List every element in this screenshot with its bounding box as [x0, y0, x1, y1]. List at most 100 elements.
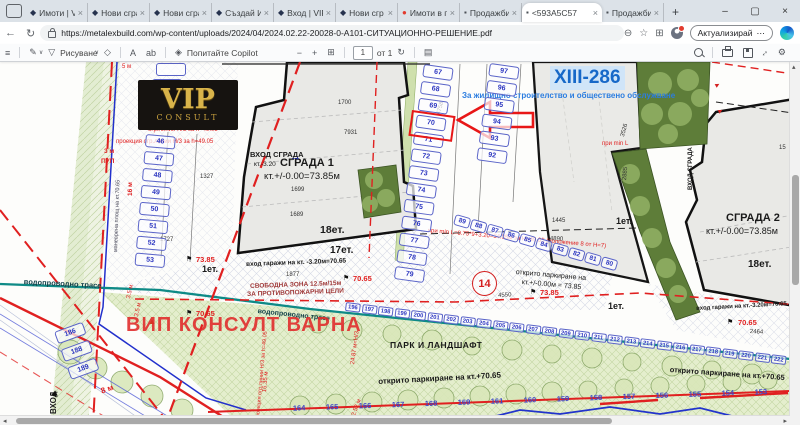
favorite-star-icon[interactable]: ☆ — [639, 28, 648, 39]
page-view-icon[interactable]: ▤ — [424, 47, 433, 58]
horizontal-scrollbar[interactable]: ◂ ▸ — [0, 415, 790, 425]
browser-tab[interactable]: ◆ Нови сград × — [88, 3, 150, 22]
close-button[interactable]: × — [770, 6, 800, 17]
search-icon[interactable] — [694, 48, 703, 57]
horizontal-scrollbar-thumb[interactable] — [16, 418, 612, 424]
parking-spot-number: 159 — [548, 394, 578, 404]
tab-close-icon[interactable]: × — [654, 8, 659, 18]
tab-close-icon[interactable]: × — [450, 8, 455, 18]
url-field[interactable]: https://metalexbuild.com/wp-content/uplo… — [40, 25, 624, 41]
refresh-icon[interactable]: ↻ — [26, 27, 35, 40]
tab-favicon: ▪ — [606, 8, 609, 17]
browser-tab[interactable]: ● Имоти в гр × — [398, 3, 460, 22]
parking-spot: 218 — [705, 346, 721, 357]
building1-floors-18: 18ет. — [320, 225, 345, 236]
tab-label: <593A5C57 — [532, 8, 590, 18]
fullscreen-icon[interactable]: ↕ — [761, 47, 771, 57]
dim-pup: ПУП — [101, 159, 114, 166]
tab-favicon: ▪ — [464, 8, 467, 17]
highlighter-icon[interactable]: ✎ — [29, 47, 37, 58]
tab-label: Продажби — [612, 8, 651, 18]
parking-spot: 52 — [136, 236, 167, 252]
minimize-button[interactable]: – — [710, 6, 740, 17]
parking-spot: 51 — [137, 219, 168, 235]
maximize-button[interactable]: ▢ — [740, 6, 770, 17]
contents-menu-icon[interactable]: ≡ — [5, 48, 10, 58]
min-length-annotation: при min L — [602, 141, 628, 147]
building1-name: СГРАДА 1 — [280, 158, 334, 169]
tab-close-icon[interactable]: × — [264, 8, 269, 18]
edge-logo-icon[interactable] — [780, 26, 794, 40]
copilot-button[interactable]: Попитайте Copilot — [187, 48, 258, 58]
fit-page-icon[interactable]: ⊞ — [327, 47, 335, 58]
browser-tab[interactable]: ◆ Вход | VIP C × — [274, 3, 336, 22]
page-count-label: от 1 — [377, 48, 393, 58]
save-icon[interactable] — [743, 48, 753, 58]
browser-tab[interactable]: ◆ Имоти | VIP × — [26, 3, 88, 22]
tab-search-icon[interactable] — [6, 4, 22, 18]
collections-icon[interactable]: ⊞ — [655, 28, 663, 39]
vip-consult-logo: VIP CONSULT — [138, 80, 238, 130]
tab-favicon: ◆ — [216, 8, 222, 17]
chevron-down-icon[interactable]: ∨ — [39, 49, 43, 56]
print-icon[interactable] — [722, 49, 733, 57]
tab-close-icon[interactable]: × — [326, 8, 331, 18]
elevation-7065: 70.65 — [353, 275, 372, 283]
browser-tab[interactable]: ◆ Нови сград × — [150, 3, 212, 22]
eraser-icon[interactable]: ◇ — [104, 47, 111, 58]
vertical-scrollbar-thumb[interactable] — [792, 175, 799, 285]
translate-icon[interactable]: ab — [146, 48, 156, 58]
tab-close-icon[interactable]: × — [512, 8, 517, 18]
tab-close-icon[interactable]: × — [388, 8, 393, 18]
parking-spot: 74 — [406, 182, 438, 199]
browser-tab[interactable]: ◆ Нови сгр × — [336, 3, 398, 22]
tab-label: Създай Им — [225, 8, 261, 18]
tab-favicon: ◆ — [92, 8, 98, 17]
parking-spot-number: 165 — [317, 402, 347, 412]
building1-elevation: кт.+/-0.00=73.85м — [264, 172, 340, 182]
page-number-input[interactable]: 1 — [353, 46, 373, 60]
tab-label: Вход | VIP C — [287, 8, 323, 18]
zoom-out-button[interactable]: − — [297, 48, 302, 58]
new-tab-button[interactable]: + — [672, 5, 679, 19]
parking-spot-number: 161 — [482, 396, 512, 406]
read-aloud-icon[interactable]: A — [130, 48, 136, 58]
parcel-id-label: XIII-286 — [550, 66, 625, 90]
parking-spot: 215 — [656, 340, 672, 351]
scroll-up-icon[interactable]: ▴ — [792, 63, 796, 71]
parking-spot: 201 — [427, 312, 443, 323]
rotate-icon[interactable]: ↻ — [397, 47, 405, 58]
back-icon[interactable]: ← — [5, 27, 16, 39]
browser-tab[interactable]: ◆ Създай Им × — [212, 3, 274, 22]
parking-spot: 48 — [142, 168, 173, 184]
draw-label[interactable]: Рисуване — [60, 48, 98, 58]
dim: 1700 — [338, 100, 351, 106]
parking-spot: 72 — [410, 148, 442, 165]
more-options-icon[interactable]: ⋯ — [757, 28, 766, 39]
tab-label: Продажби — [470, 8, 509, 18]
browser-tab[interactable]: ▪ Продажби × — [602, 3, 664, 22]
update-button[interactable]: Актуализирай ⋯ — [690, 25, 773, 41]
scroll-left-icon[interactable]: ◂ — [3, 417, 7, 425]
chevron-down-icon[interactable]: ∨ — [95, 49, 99, 56]
draw-pen-icon[interactable]: ▽ — [48, 47, 55, 58]
watermark-text: ВИП КОНСУЛТ ВАРНА — [126, 314, 362, 337]
zoom-out-icon[interactable]: ⊖ — [624, 28, 632, 39]
parking-spot: 200 — [410, 310, 426, 321]
browser-tab[interactable]: ▪ Продажби × — [460, 3, 522, 22]
vertical-scrollbar[interactable]: ▴ — [789, 62, 800, 425]
parking-spot-number: 156 — [647, 390, 677, 400]
floors-1-label: 1ет. — [202, 265, 218, 274]
scroll-right-icon[interactable]: ▸ — [783, 417, 787, 425]
profile-avatar[interactable] — [671, 27, 683, 39]
tab-close-icon[interactable]: × — [78, 8, 83, 18]
zoom-in-button[interactable]: + — [312, 48, 317, 58]
benchmark-flag-icon: ⚑ — [530, 288, 536, 296]
browser-tab[interactable]: ▪ <593A5C57 × — [522, 3, 602, 22]
tab-close-icon[interactable]: × — [140, 8, 145, 18]
dim-16m: 16 м — [128, 182, 135, 196]
settings-gear-icon[interactable]: ⚙ — [778, 47, 786, 58]
tab-close-icon[interactable]: × — [202, 8, 207, 18]
tab-close-icon[interactable]: × — [593, 8, 598, 18]
building1-floors-17: 17ет. — [330, 246, 353, 256]
